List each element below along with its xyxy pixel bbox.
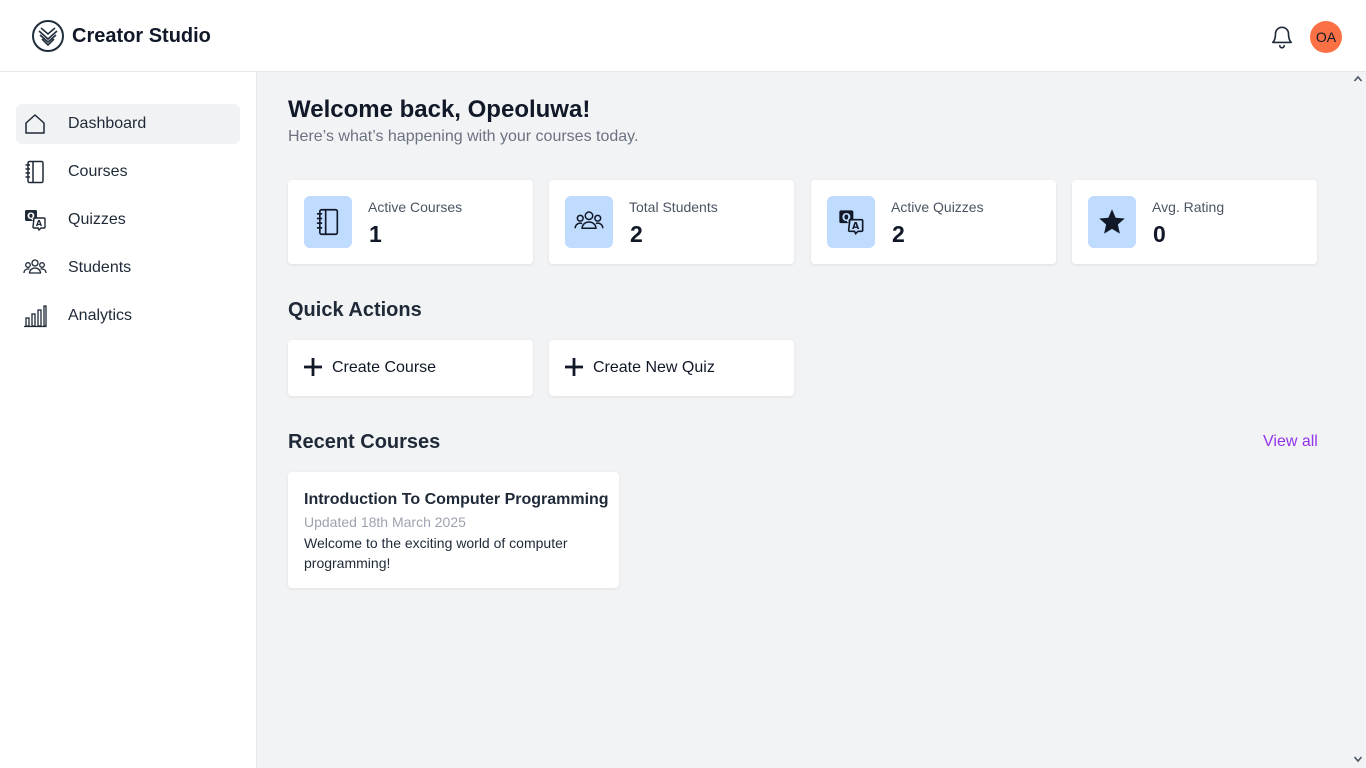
sidebar-item-students[interactable]: Students bbox=[16, 248, 240, 288]
stat-label: Avg. Rating bbox=[1152, 199, 1225, 215]
action-label: Create New Quiz bbox=[593, 359, 715, 376]
star-icon bbox=[1099, 209, 1125, 234]
brand-logo-icon bbox=[32, 20, 64, 52]
action-label: Create Course bbox=[332, 359, 437, 376]
brand[interactable]: Creator Studio bbox=[32, 20, 211, 52]
sidebar-item-label: Dashboard bbox=[68, 115, 147, 132]
sidebar-item-label: Quizzes bbox=[68, 211, 126, 228]
stat-icon-box bbox=[1088, 196, 1136, 248]
chevron-up-icon[interactable] bbox=[1353, 74, 1363, 84]
users-icon bbox=[23, 259, 47, 274]
stat-value: 1 bbox=[369, 221, 382, 247]
notebook-icon bbox=[25, 160, 44, 184]
top-bar: Creator Studio OA bbox=[0, 0, 1366, 72]
notebook-icon bbox=[316, 208, 339, 236]
stat-value: 0 bbox=[1153, 221, 1166, 247]
recent-courses-title: Recent Courses bbox=[288, 431, 441, 453]
view-all-link[interactable]: View all bbox=[1263, 433, 1318, 451]
create-course-button[interactable]: Create Course bbox=[288, 340, 533, 396]
sidebar-item-dashboard[interactable]: Dashboard bbox=[16, 104, 240, 144]
sidebar-item-label: Analytics bbox=[68, 307, 133, 324]
main-content: Welcome back, Opeoluwa! Here’s what’s ha… bbox=[257, 72, 1350, 768]
qa-icon: Q A bbox=[25, 210, 46, 232]
scrollbar[interactable] bbox=[1350, 72, 1366, 768]
quick-actions-title: Quick Actions bbox=[288, 299, 422, 321]
stat-value: 2 bbox=[630, 221, 643, 247]
stat-label: Active Quizzes bbox=[891, 199, 984, 215]
stat-card-active-quizzes: Q A Active Quizzes 2 bbox=[811, 180, 1056, 264]
page-subtitle: Here’s what’s happening with your course… bbox=[288, 128, 639, 145]
stat-card-total-students: Total Students 2 bbox=[549, 180, 794, 264]
users-icon bbox=[574, 211, 604, 229]
bell-icon[interactable] bbox=[1269, 24, 1295, 50]
stat-icon-box bbox=[565, 196, 613, 248]
sidebar: Dashboard Courses Q A Quizzes Students A… bbox=[0, 72, 257, 768]
stat-label: Active Courses bbox=[368, 199, 463, 215]
plus-icon bbox=[304, 358, 322, 376]
plus-icon bbox=[565, 358, 583, 376]
chevron-down-icon[interactable] bbox=[1353, 754, 1363, 764]
home-icon bbox=[25, 114, 45, 134]
sidebar-item-analytics[interactable]: Analytics bbox=[16, 296, 240, 336]
stat-icon-box: Q A bbox=[827, 196, 875, 248]
sidebar-item-label: Students bbox=[68, 259, 132, 276]
course-updated-date: Updated 18th March 2025 bbox=[304, 514, 466, 530]
app-title: Creator Studio bbox=[72, 24, 211, 47]
course-card[interactable]: Introduction To Computer Programming Upd… bbox=[288, 472, 619, 588]
qa-icon: Q A bbox=[839, 210, 864, 236]
sidebar-item-quizzes[interactable]: Q A Quizzes bbox=[16, 200, 240, 240]
stat-card-active-courses: Active Courses 1 bbox=[288, 180, 533, 264]
page-title: Welcome back, Opeoluwa! bbox=[288, 96, 591, 123]
course-title: Introduction To Computer Programming bbox=[304, 491, 609, 508]
bar-chart-icon bbox=[24, 305, 47, 328]
create-quiz-button[interactable]: Create New Quiz bbox=[549, 340, 794, 396]
sidebar-item-courses[interactable]: Courses bbox=[16, 152, 240, 192]
avatar[interactable]: OA bbox=[1310, 21, 1342, 53]
stat-label: Total Students bbox=[629, 199, 718, 215]
avatar-initials: OA bbox=[1315, 29, 1337, 45]
svg-text:A: A bbox=[852, 221, 860, 232]
stat-card-avg-rating: Avg. Rating 0 bbox=[1072, 180, 1317, 264]
stat-value: 2 bbox=[892, 221, 905, 247]
stat-icon-box bbox=[304, 196, 352, 248]
course-description: Welcome to the exciting world of compute… bbox=[304, 535, 568, 571]
sidebar-item-label: Courses bbox=[68, 163, 128, 180]
svg-text:A: A bbox=[36, 219, 43, 228]
